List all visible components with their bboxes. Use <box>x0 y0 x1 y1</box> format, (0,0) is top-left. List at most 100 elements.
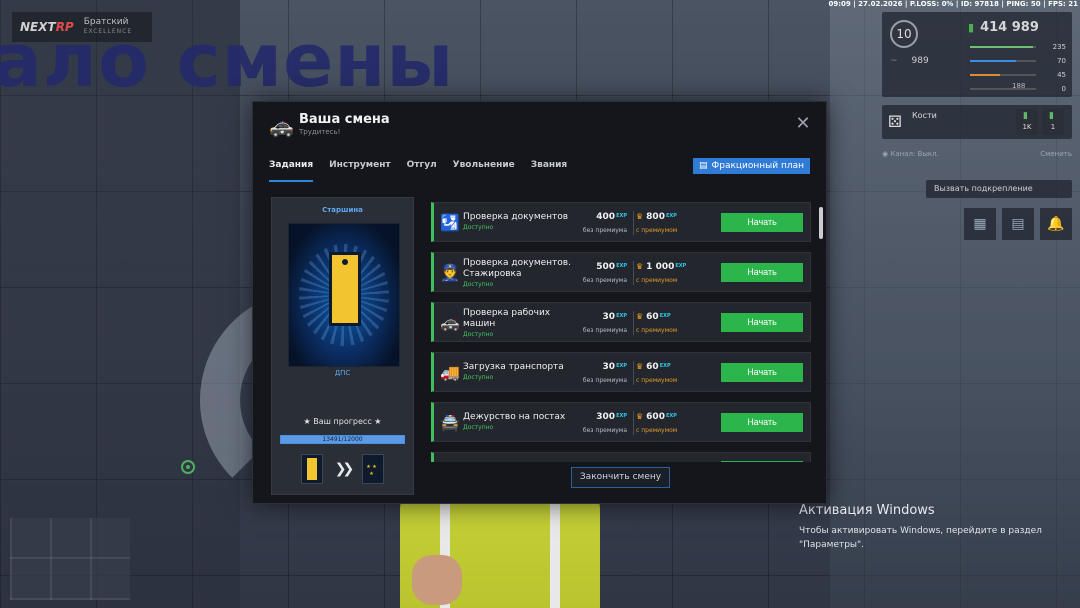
reward-premium: ♛ 600EXP <box>636 412 677 422</box>
server-name: Братский EXCELLENCE <box>83 17 133 35</box>
crown-icon: ♛ <box>636 312 644 321</box>
rank-progress-bar: 13491/12000 <box>280 435 405 444</box>
server-logo: NEXTRP Братский EXCELLENCE <box>12 12 152 42</box>
stat-bar <box>970 60 1036 62</box>
reward-premium-label: с премиумом <box>636 277 678 284</box>
calendar-icon[interactable]: ▦ <box>964 208 996 240</box>
crown-icon: ♛ <box>636 412 644 421</box>
tab-tools[interactable]: Инструмент <box>329 160 391 182</box>
rank-transition: ❯❯ <box>272 454 413 484</box>
start-task-button[interactable]: Начать <box>721 363 803 382</box>
double-chevron-right-icon: ❯❯ <box>334 461 355 477</box>
task-status: Доступно <box>463 331 494 338</box>
document-icon: ▤ <box>698 161 708 171</box>
stat-value: 45 <box>1057 71 1066 79</box>
task-title: Кости <box>912 111 937 120</box>
reward-premium: ♛ 800EXP <box>636 212 677 222</box>
task-list: 🛂 Проверка документов Доступно 400EXP ♛ 8… <box>431 202 811 462</box>
task-name: Проверка документов. Стажировка <box>463 258 571 279</box>
tab-ranks[interactable]: Звания <box>531 160 567 182</box>
map-marker-icon <box>181 460 195 474</box>
task-name: Дежурство на постах <box>463 412 566 422</box>
task-name: Проверка документов <box>463 212 569 222</box>
tab-day-off[interactable]: Отгул <box>407 160 437 182</box>
chat-icon[interactable]: ▤ <box>1002 208 1034 240</box>
task-status: Доступно <box>463 224 494 231</box>
police-car-icon: 🚓 <box>440 313 460 332</box>
tab-tasks[interactable]: Задания <box>269 160 314 182</box>
task-status: Доступно <box>463 424 494 431</box>
reward-divider <box>633 211 634 235</box>
rank-card: Старшина ДПС ★ Ваш прогресс ★ 13491/1200… <box>271 197 414 495</box>
police-car-icon: 🚓 <box>269 114 294 138</box>
stat-bar <box>970 88 1036 90</box>
start-task-button[interactable] <box>721 461 803 462</box>
car-loading-icon: 🚚 <box>440 363 460 382</box>
task-name: Загрузка транспорта <box>463 362 564 372</box>
reward-divider <box>633 261 634 285</box>
crown-icon: ♛ <box>636 212 644 221</box>
task-list-scrollbar[interactable] <box>819 207 823 239</box>
shift-dialog: 🚓 Ваша смена Трудитесь! ✕ Задания Инстру… <box>252 101 827 504</box>
progress-text: 13491/12000 <box>322 436 363 443</box>
task-row: 🚚 Загрузка транспорта Доступно 30EXP ♛ 60… <box>431 352 811 392</box>
reward-base-label: без премиума <box>582 377 627 384</box>
reward-premium: ♛ 60EXP <box>636 362 671 372</box>
radio-channel: ◉ Канал: Выкл. Сменить <box>882 150 1072 158</box>
finish-shift-button[interactable]: Закончить смену <box>571 467 670 488</box>
start-task-button[interactable]: Начать <box>721 213 803 232</box>
signal-display: ~989 <box>890 56 929 66</box>
reward-divider <box>633 411 634 435</box>
dialog-tabs: Задания Инструмент Отгул Увольнение Зван… <box>269 160 567 182</box>
stat-bar <box>970 74 1036 76</box>
reward-premium-label: с премиумом <box>636 327 678 334</box>
stat-value: 0 <box>1061 85 1066 93</box>
windows-activation-watermark: Активация Windows Чтобы активировать Win… <box>799 503 1042 552</box>
reward-base: 300EXP <box>596 412 627 422</box>
start-task-button[interactable]: Начать <box>721 413 803 432</box>
task-badge: 1 <box>1042 109 1064 135</box>
reward-base: 30EXP <box>602 362 627 372</box>
reward-base-label: без премиума <box>582 327 627 334</box>
task-row <box>431 452 811 462</box>
status-bar: 09:09 | 27.02.2026 | P.LOSS: 0% | ID: 97… <box>828 0 1078 8</box>
notification-bell-icon[interactable]: 🔔 <box>1040 208 1072 240</box>
reward-premium-label: с премиумом <box>636 377 678 384</box>
rank-insignia-image <box>288 223 400 367</box>
task-status: Доступно <box>463 374 494 381</box>
money-icon: ▮ <box>968 21 975 34</box>
reward-base-label: без премиума <box>582 227 627 234</box>
reward-base: 30EXP <box>602 312 627 322</box>
activation-line: Чтобы активировать Windows, перейдите в … <box>799 526 1042 536</box>
reward-premium: ♛ 1 000EXP <box>636 262 687 272</box>
task-row: 🚔 Дежурство на постах Доступно 300EXP ♛ 6… <box>431 402 811 442</box>
post-duty-icon: 🚔 <box>440 413 460 432</box>
start-task-button[interactable]: Начать <box>721 263 803 282</box>
dice-icon: ⚄ <box>888 112 902 131</box>
task-status: Доступно <box>463 281 494 288</box>
reward-premium-label: с премиумом <box>636 427 678 434</box>
activation-title: Активация Windows <box>799 503 935 518</box>
call-backup-button[interactable]: Вызвать подкрепление <box>926 180 1072 198</box>
task-row: 🛂 Проверка документов Доступно 400EXP ♛ 8… <box>431 202 811 242</box>
reward-base-label: без премиума <box>582 277 627 284</box>
stat-value: 235 <box>1052 43 1066 51</box>
close-icon[interactable]: ✕ <box>794 115 812 133</box>
tab-dismissal[interactable]: Увольнение <box>453 160 515 182</box>
current-rank-strap-icon <box>300 454 323 484</box>
activation-line: "Параметры". <box>799 540 865 550</box>
player-stats-panel: 10 ▮ 414 989 235 70 45 0 ~989 188 <box>882 12 1072 97</box>
faction-plan-button[interactable]: ▤ Фракционный план <box>692 158 810 174</box>
dialog-subtitle: Трудитесь! <box>299 128 341 136</box>
player-hand <box>412 555 462 605</box>
next-rank-strap-icon <box>362 454 385 484</box>
channel-switch[interactable]: Сменить <box>1040 150 1072 158</box>
crown-icon: ♛ <box>636 262 644 271</box>
dialog-title: Ваша смена <box>299 112 390 127</box>
reward-base: 400EXP <box>596 212 627 222</box>
progress-label: ★ Ваш прогресс ★ <box>303 417 382 426</box>
start-task-button[interactable]: Начать <box>721 313 803 332</box>
current-task-panel: ⚄ Кости 1K 1 <box>882 105 1072 139</box>
reward-base: 500EXP <box>596 262 627 272</box>
reward-base-label: без премиума <box>582 427 627 434</box>
